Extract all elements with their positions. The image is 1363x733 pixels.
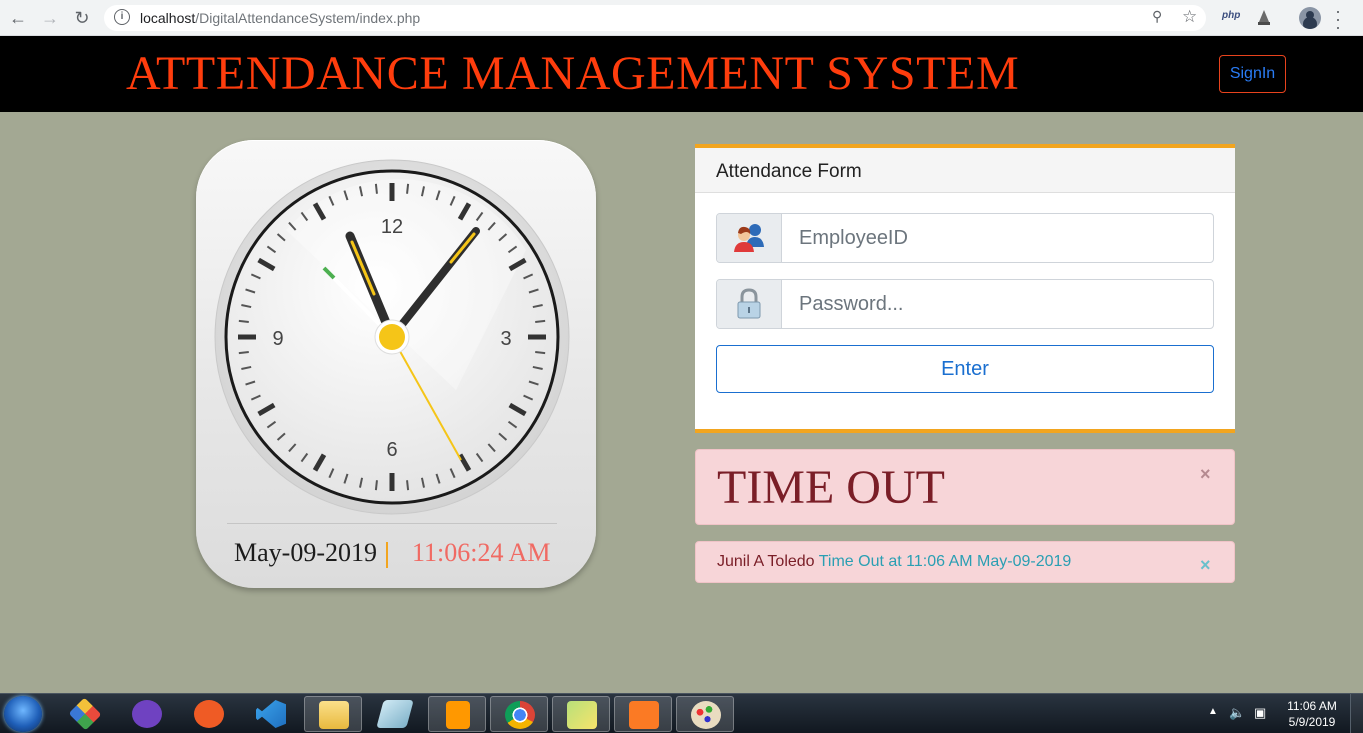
sticky-notes-icon	[567, 701, 597, 729]
numeral-9: 9	[272, 328, 283, 350]
signin-button[interactable]: SignIn	[1219, 55, 1286, 93]
volume-icon[interactable]: 🔈	[1229, 705, 1245, 733]
password-addon	[717, 280, 782, 328]
back-arrow-icon[interactable]: ←	[6, 6, 30, 30]
taskbar-postman[interactable]	[180, 696, 238, 732]
panel-title: Attendance Form	[716, 161, 862, 182]
php-extension-icon[interactable]: php	[1222, 10, 1240, 21]
employee-id-input[interactable]	[783, 214, 1213, 262]
clock-card: 12 3 6 9 May-09-2019 11:06:24 AM	[196, 140, 596, 588]
taskbar-file-explorer[interactable]	[304, 696, 362, 732]
minute-tick	[406, 480, 410, 491]
panel-header: Attendance Form	[695, 148, 1235, 193]
tray-expand-icon[interactable]: ▲	[1208, 706, 1218, 733]
browser-toolbar: ← → ↻ i localhost/DigitalAttendanceSyste…	[0, 0, 1363, 36]
timeout-detail-alert: Junil A Toledo Time Out at 11:06 AM May-…	[695, 541, 1235, 583]
timeout-detail: Junil A Toledo Time Out at 11:06 AM May-…	[717, 553, 1071, 571]
taskbar-vscode[interactable]	[242, 696, 300, 732]
numeral-6: 6	[386, 439, 397, 461]
windows-taskbar: ▲ 🔈 ▣ 11:06 AM 5/9/2019	[0, 693, 1363, 733]
site-header: ATTENDANCE MANAGEMENT SYSTEM SignIn	[0, 36, 1363, 112]
clock-date: May-09-2019	[234, 538, 377, 567]
taskbar-sticky-notes[interactable]	[552, 696, 610, 732]
clock-divider	[227, 523, 557, 524]
close-icon[interactable]: ×	[1200, 556, 1211, 574]
gitkraken-icon	[68, 697, 102, 731]
minute-tick	[406, 183, 410, 194]
taskbar-paint[interactable]	[676, 696, 734, 732]
enter-button[interactable]: Enter	[716, 345, 1214, 393]
address-url[interactable]: localhost/DigitalAttendanceSystem/index.…	[140, 10, 420, 26]
page-title: ATTENDANCE MANAGEMENT SYSTEM	[126, 47, 1020, 100]
chrome-icon	[505, 701, 535, 729]
employee-addon	[717, 214, 782, 262]
timeout-detail-text: Time Out at 11:06 AM May-09-2019	[818, 553, 1072, 570]
sublime-text-icon	[446, 701, 470, 729]
center-cap	[379, 324, 405, 350]
paint-palette-icon	[691, 701, 721, 729]
taskbar-github-desktop[interactable]	[118, 696, 176, 732]
profile-avatar[interactable]	[1299, 7, 1321, 29]
minute-tick	[238, 351, 249, 355]
minute-tick	[238, 319, 249, 323]
info-icon[interactable]: i	[114, 9, 130, 25]
minute-tick	[535, 351, 546, 355]
kebab-menu-icon[interactable]: · · ·	[1333, 2, 1343, 36]
timeout-alert: TIME OUT ×	[695, 449, 1235, 525]
attendance-form-panel: Attendance Form Enter	[695, 144, 1235, 433]
folder-icon	[319, 701, 349, 729]
close-icon[interactable]: ×	[1200, 465, 1211, 483]
xampp-icon	[629, 701, 659, 729]
minute-tick	[374, 480, 378, 491]
taskbar-xampp[interactable]	[614, 696, 672, 732]
employee-id-group	[716, 213, 1214, 263]
taskbar-chrome[interactable]	[490, 696, 548, 732]
extension-icon[interactable]	[1256, 8, 1272, 26]
notepad-icon	[376, 700, 414, 728]
taskbar-sublime-text[interactable]	[428, 696, 486, 732]
users-icon	[734, 224, 764, 252]
postman-icon	[194, 700, 224, 728]
clock-time: 11:06:24 AM	[412, 538, 551, 567]
numeral-3: 3	[500, 328, 511, 350]
clock-separator	[386, 542, 388, 568]
analog-clock: 12 3 6 9	[214, 159, 570, 515]
employee-name: Junil A Toledo	[717, 553, 815, 570]
show-desktop-button[interactable]	[1350, 694, 1363, 733]
github-desktop-icon	[132, 700, 162, 728]
minute-tick	[535, 319, 546, 323]
tray-time: 11:06 AM	[1287, 699, 1337, 713]
key-icon[interactable]: ⚲	[1152, 8, 1162, 25]
reload-icon[interactable]: ↻	[70, 6, 94, 30]
url-path: /DigitalAttendanceSystem/index.php	[195, 10, 421, 26]
url-host: localhost	[140, 10, 196, 26]
numeral-12: 12	[381, 216, 403, 238]
timeout-message: TIME OUT	[717, 461, 945, 514]
password-input[interactable]	[783, 280, 1213, 328]
forward-arrow-icon[interactable]: →	[38, 6, 62, 30]
minute-tick	[374, 183, 378, 194]
tray-clock[interactable]: 11:06 AM 5/9/2019	[1282, 698, 1342, 730]
taskbar-gitkraken[interactable]	[56, 696, 114, 732]
lock-icon	[737, 288, 761, 319]
network-icon[interactable]: ▣	[1254, 705, 1266, 733]
vscode-icon	[256, 700, 286, 728]
taskbar-notepad[interactable]	[366, 696, 424, 732]
password-group	[716, 279, 1214, 329]
tray-date: 5/9/2019	[1288, 715, 1336, 729]
bookmark-star-icon[interactable]: ☆	[1182, 7, 1197, 27]
address-bar[interactable]: i localhost/DigitalAttendanceSystem/inde…	[104, 5, 1206, 31]
start-button-icon[interactable]	[4, 696, 42, 732]
